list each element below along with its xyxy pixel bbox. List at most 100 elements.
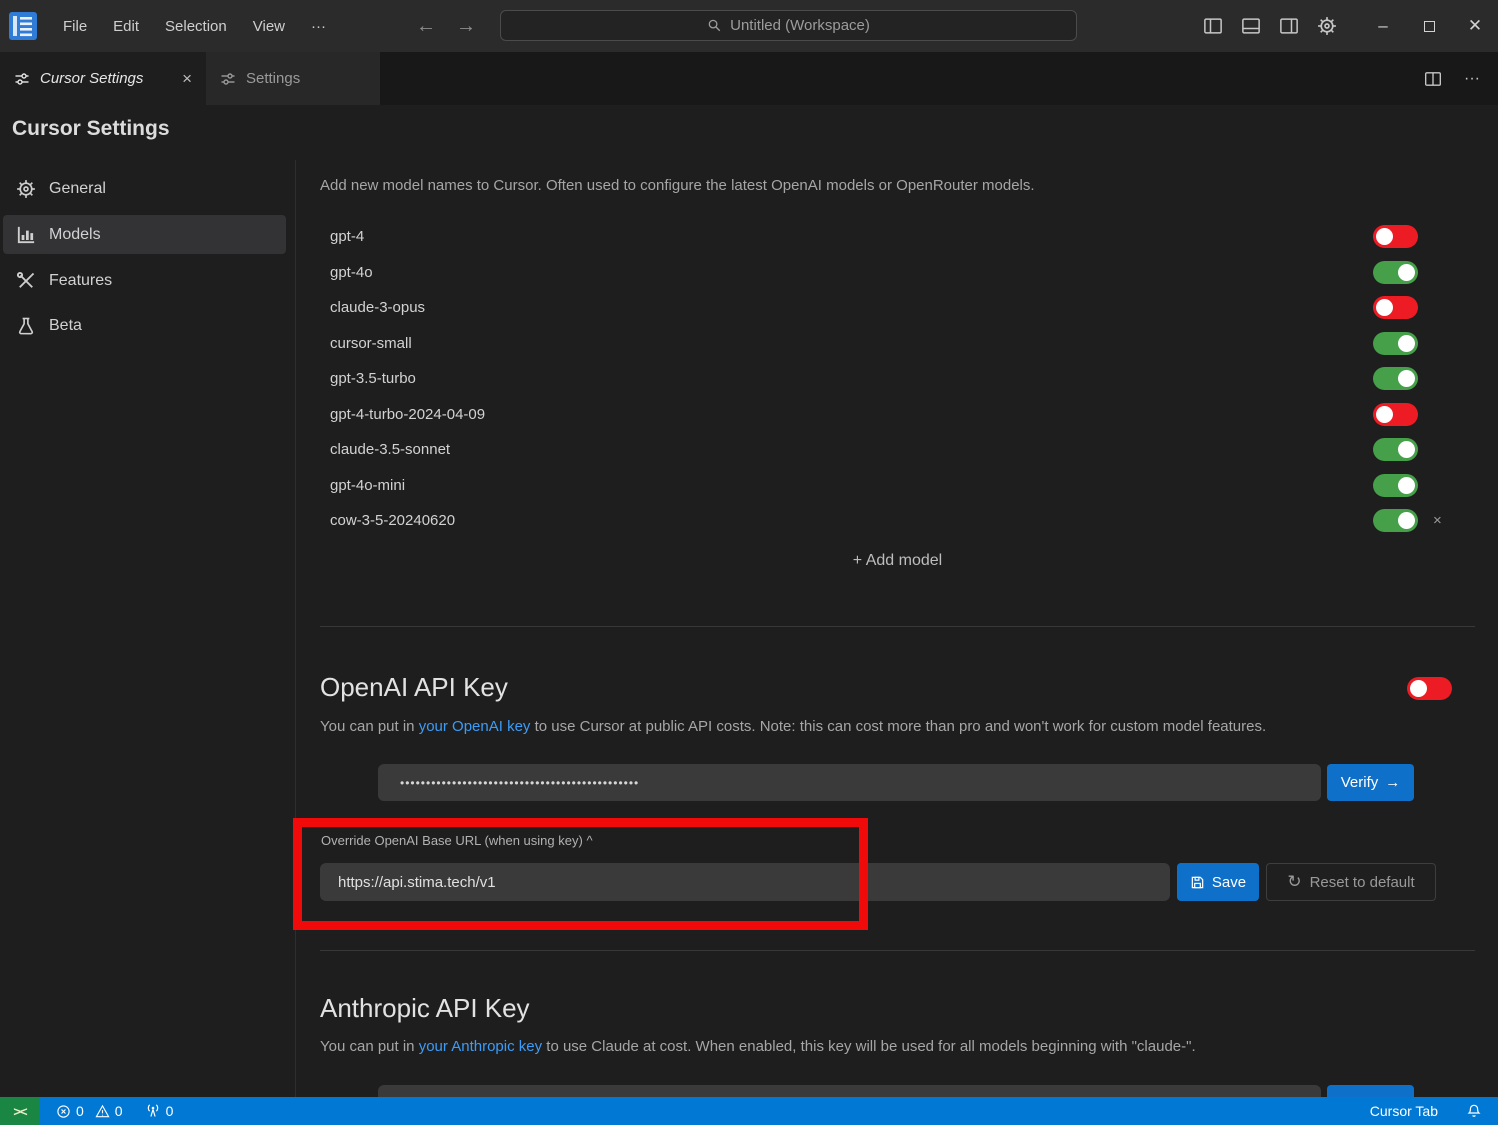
- tools-icon: [16, 271, 36, 291]
- model-toggle[interactable]: [1373, 509, 1418, 532]
- model-toggle[interactable]: [1373, 474, 1418, 497]
- beaker-icon: [16, 316, 36, 336]
- layout-panel-icon[interactable]: [1232, 0, 1270, 52]
- toggle-knob: [1376, 406, 1393, 423]
- override-base-url-label: Override OpenAI Base URL (when using key…: [321, 833, 593, 848]
- model-row: gpt-4: [330, 219, 1475, 255]
- menu-more-icon[interactable]: ···: [298, 18, 339, 35]
- model-row: gpt-4o: [330, 255, 1475, 291]
- menu-edit[interactable]: Edit: [100, 18, 152, 35]
- openai-key-link[interactable]: your OpenAI key: [419, 718, 531, 735]
- description-text: to use Cursor at public API costs. Note:…: [530, 718, 1266, 735]
- openai-key-toggle[interactable]: [1407, 677, 1452, 700]
- toggle-knob: [1398, 477, 1415, 494]
- models-description: Add new model names to Cursor. Often use…: [320, 177, 1035, 194]
- window-maximize-button[interactable]: [1406, 0, 1452, 52]
- remove-model-icon[interactable]: ×: [1433, 512, 1442, 529]
- split-editor-icon[interactable]: [1424, 70, 1442, 88]
- sidebar-item-models[interactable]: Models: [3, 215, 286, 254]
- model-row: cursor-small: [330, 326, 1475, 362]
- model-name: claude-3-opus: [330, 299, 1373, 316]
- sidebar-item-label: General: [49, 180, 106, 198]
- sliders-icon: [220, 71, 236, 87]
- openai-description: You can put in your OpenAI key to use Cu…: [320, 718, 1266, 735]
- anthropic-section-title: Anthropic API Key: [320, 993, 530, 1024]
- reset-to-default-button[interactable]: ↻ Reset to default: [1266, 863, 1436, 901]
- page-title: Cursor Settings: [12, 117, 170, 141]
- model-toggle[interactable]: [1373, 261, 1418, 284]
- layout-sidebar-right-icon[interactable]: [1270, 0, 1308, 52]
- tab-label: Settings: [246, 70, 300, 87]
- more-actions-icon[interactable]: ···: [1464, 70, 1480, 88]
- radio-tower-icon: [145, 1103, 161, 1119]
- model-toggle[interactable]: [1373, 332, 1418, 355]
- save-label: Save: [1212, 874, 1246, 891]
- add-model-button[interactable]: + Add model: [320, 552, 1475, 570]
- history-nav: ← →: [416, 0, 476, 52]
- sidebar-item-beta[interactable]: Beta: [3, 306, 286, 345]
- toggle-knob: [1398, 335, 1415, 352]
- sidebar-item-label: Features: [49, 272, 112, 290]
- model-toggle[interactable]: [1373, 403, 1418, 426]
- command-center-search[interactable]: Untitled (Workspace): [500, 10, 1077, 41]
- sidebar-item-features[interactable]: Features: [3, 261, 286, 300]
- settings-sidebar: General Models Features: [0, 160, 296, 1097]
- editor-actions: ···: [1424, 52, 1498, 105]
- sidebar-item-label: Beta: [49, 317, 82, 335]
- floppy-save-icon: [1190, 875, 1205, 890]
- model-toggle[interactable]: [1373, 438, 1418, 461]
- toggle-knob: [1376, 299, 1393, 316]
- tab-label: Cursor Settings: [40, 70, 143, 87]
- back-arrow-icon[interactable]: ←: [416, 15, 436, 38]
- bar-chart-icon: [16, 225, 36, 245]
- verify-button[interactable]: Verify →: [1327, 764, 1414, 801]
- titlebar-actions: – ✕: [1194, 0, 1498, 52]
- model-name: gpt-4o: [330, 264, 1373, 281]
- model-toggle[interactable]: [1373, 296, 1418, 319]
- settings-main-panel: Add new model names to Cursor. Often use…: [320, 160, 1475, 1097]
- menu-file[interactable]: File: [50, 18, 100, 35]
- app-logo-icon: [8, 10, 38, 42]
- search-icon: [707, 18, 722, 33]
- menubar: File Edit Selection View ···: [50, 18, 339, 35]
- override-base-url-input[interactable]: https://api.stima.tech/v1: [320, 863, 1170, 901]
- model-list: gpt-4 gpt-4o claude-3-opus cursor-small gpt-…: [330, 219, 1475, 539]
- openai-section-title: OpenAI API Key: [320, 672, 508, 703]
- maximize-icon: [1424, 21, 1435, 32]
- problems-indicator[interactable]: 0 0: [56, 1103, 123, 1119]
- sidebar-item-general[interactable]: General: [3, 169, 286, 208]
- model-toggle[interactable]: [1373, 367, 1418, 390]
- ports-indicator[interactable]: 0: [145, 1103, 174, 1119]
- statusbar-right: Cursor Tab: [1370, 1103, 1498, 1119]
- model-toggle[interactable]: [1373, 225, 1418, 248]
- menu-selection[interactable]: Selection: [152, 18, 240, 35]
- chevron-up-icon[interactable]: ^: [586, 833, 592, 848]
- description-text: to use Claude at cost. When enabled, thi…: [542, 1038, 1196, 1055]
- remote-indicator[interactable]: ><: [0, 1097, 40, 1125]
- window-minimize-button[interactable]: –: [1360, 0, 1406, 52]
- gear-icon: [16, 179, 36, 199]
- menu-view[interactable]: View: [240, 18, 298, 35]
- model-name: gpt-3.5-turbo: [330, 370, 1373, 387]
- close-icon[interactable]: ×: [182, 69, 192, 89]
- forward-arrow-icon[interactable]: →: [456, 15, 476, 38]
- model-row: claude-3-opus: [330, 290, 1475, 326]
- tab-cursor-settings[interactable]: Cursor Settings ×: [0, 52, 206, 105]
- cursor-tab-status[interactable]: Cursor Tab: [1370, 1103, 1438, 1119]
- reset-icon: ↻: [1287, 872, 1301, 892]
- anthropic-key-link[interactable]: your Anthropic key: [419, 1038, 542, 1055]
- titlebar: File Edit Selection View ··· ← → Untitle…: [0, 0, 1498, 52]
- anthropic-description: You can put in your Anthropic key to use…: [320, 1038, 1196, 1055]
- window-close-button[interactable]: ✕: [1452, 0, 1498, 52]
- toggle-knob: [1398, 264, 1415, 281]
- save-button[interactable]: Save: [1177, 863, 1259, 901]
- bell-icon[interactable]: [1466, 1103, 1482, 1119]
- search-placeholder: Untitled (Workspace): [730, 17, 870, 34]
- remove-slot: ×: [1418, 512, 1475, 529]
- layout-sidebar-left-icon[interactable]: [1194, 0, 1232, 52]
- override-url-value: https://api.stima.tech/v1: [320, 874, 496, 891]
- settings-gear-icon[interactable]: [1308, 0, 1346, 52]
- openai-key-input[interactable]: ••••••••••••••••••••••••••••••••••••••••…: [378, 764, 1321, 801]
- model-row: claude-3.5-sonnet: [330, 432, 1475, 468]
- tab-settings[interactable]: Settings: [206, 52, 380, 105]
